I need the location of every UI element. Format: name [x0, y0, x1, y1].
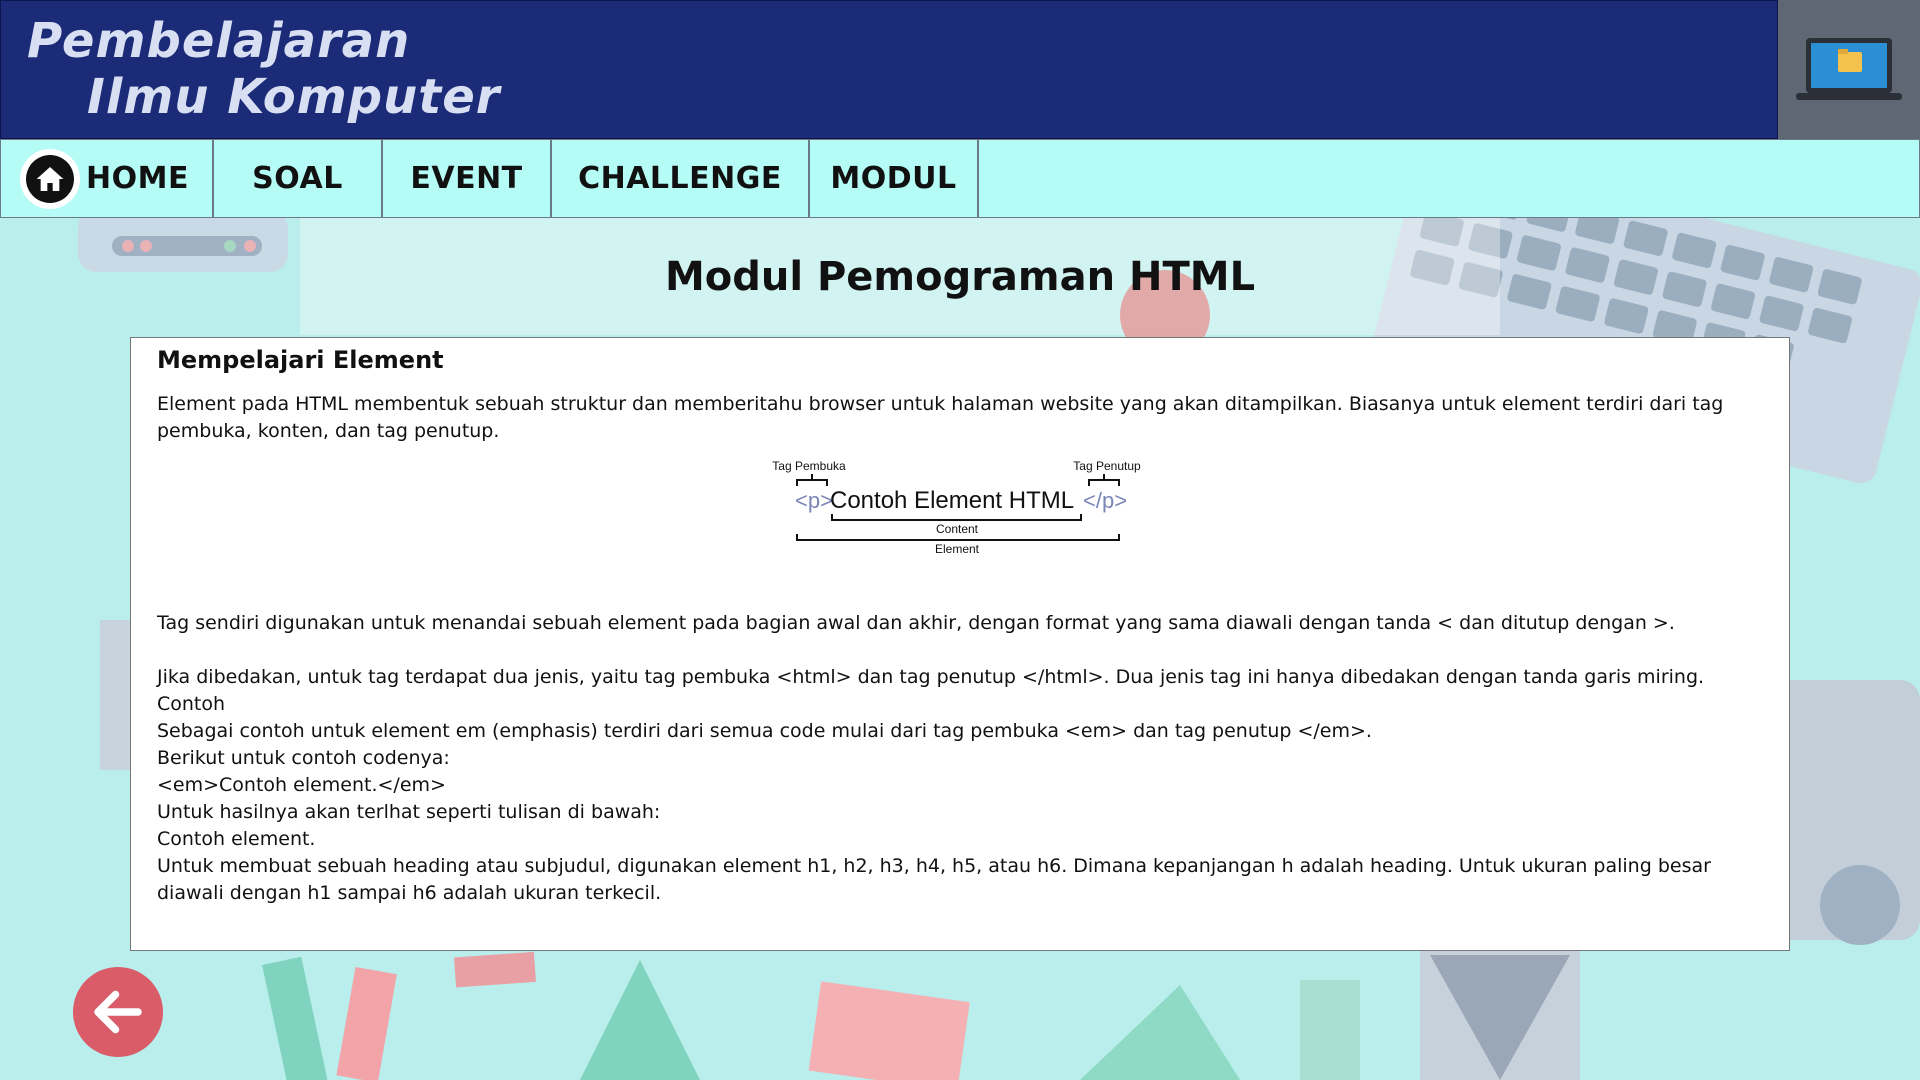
app-title-line2: Ilmu Komputer: [87, 69, 501, 125]
diagram-open-label: Tag Pembuka: [772, 459, 846, 473]
diagram-content-label: Content: [936, 522, 979, 536]
text-line: Tag sendiri digunakan untuk menandai seb…: [157, 612, 1675, 634]
nav-modul[interactable]: MODUL: [810, 140, 979, 217]
card-title: Mempelajari Element: [157, 346, 444, 374]
nav-event[interactable]: EVENT: [383, 140, 552, 217]
arrow-left-icon: [94, 990, 142, 1034]
intro-paragraph: Element pada HTML membentuk sebuah struk…: [157, 393, 1724, 442]
text-line: Sebagai contoh untuk element em (emphasi…: [157, 720, 1372, 742]
text-line: Contoh: [157, 693, 226, 715]
nav-modul-label: MODUL: [830, 161, 957, 196]
content-card: Mempelajari Element Element pada HTML me…: [130, 337, 1790, 951]
text-line: Contoh element.: [157, 828, 316, 850]
home-icon: [36, 167, 64, 191]
header-side-panel: [1778, 0, 1920, 139]
open-tag-bracket: [796, 474, 828, 486]
diagram-close-tag: </p>: [1083, 488, 1127, 513]
close-tag-bracket: [1088, 474, 1120, 486]
home-icon-wrapper: [20, 149, 80, 209]
nav-home[interactable]: HOME: [1, 140, 214, 217]
nav-soal[interactable]: SOAL: [214, 140, 383, 217]
text-line: Untuk membuat sebuah heading atau subjud…: [157, 855, 1711, 904]
text-line-blank: [157, 637, 1763, 664]
nav-soal-label: SOAL: [252, 161, 343, 196]
nav-home-label: HOME: [86, 161, 189, 196]
text-line: <em>Contoh element.</em>: [157, 774, 446, 796]
nav-event-label: EVENT: [410, 161, 523, 196]
main-nav: HOME SOAL EVENT CHALLENGE MODUL: [0, 139, 1920, 218]
back-button[interactable]: [73, 967, 163, 1057]
body-text: Tag sendiri digunakan untuk menandai seb…: [157, 610, 1763, 907]
laptop-folder-icon: [1796, 38, 1902, 100]
diagram-close-label: Tag Penutup: [1073, 459, 1141, 473]
diagram-open-tag: <p>: [795, 488, 833, 513]
content-bracket: [831, 514, 1082, 521]
page-title: Modul Pemograman HTML: [664, 254, 1256, 300]
text-line: Untuk hasilnya akan terlhat seperti tuli…: [157, 801, 661, 823]
app-title-line1: Pembelajaran: [27, 13, 411, 69]
text-line: Jika dibedakan, untuk tag terdapat dua j…: [157, 666, 1705, 688]
text-line: Berikut untuk contoh codenya:: [157, 747, 450, 769]
nav-challenge[interactable]: CHALLENGE: [552, 140, 810, 217]
diagram-content: Contoh Element HTML: [830, 487, 1074, 514]
diagram-element-label: Element: [935, 542, 980, 556]
nav-challenge-label: CHALLENGE: [578, 161, 782, 196]
element-diagram: Tag Pembuka Tag Penutup <p> Contoh Eleme…: [772, 459, 1141, 556]
app-header: Pembelajaran Ilmu Komputer: [0, 0, 1778, 139]
